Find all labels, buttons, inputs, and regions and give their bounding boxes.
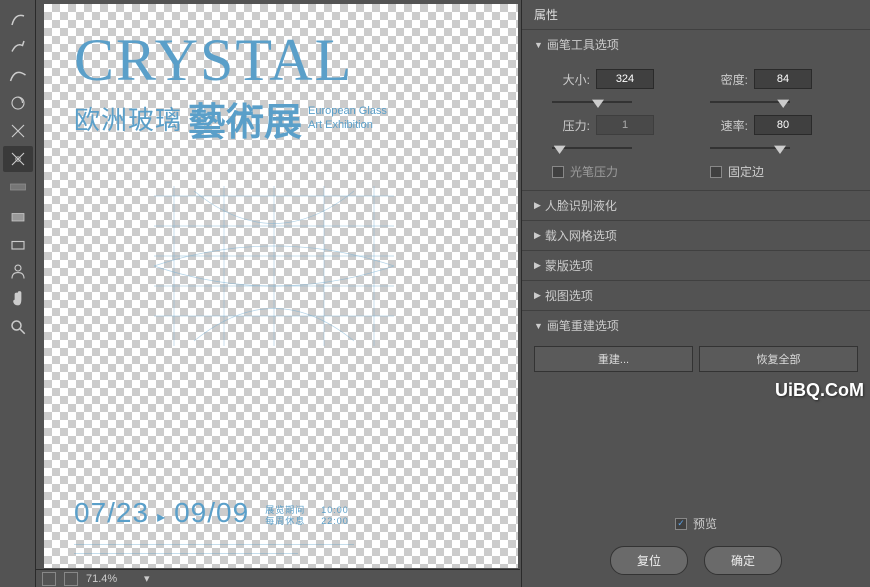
statusbar-icon[interactable]	[42, 572, 56, 586]
statusbar-icon-2[interactable]	[64, 572, 78, 586]
rate-label: 速率:	[710, 117, 748, 134]
density-slider[interactable]	[710, 95, 790, 109]
collapse-icon: ▶	[534, 230, 541, 241]
view-options-header[interactable]: ▶视图选项	[522, 281, 870, 310]
panel-footer: ✓ 预览 复位 确定	[522, 515, 870, 575]
brush-options-section: ▼ 画笔工具选项 大小: 压力:	[522, 29, 870, 190]
poster-subtitle-row: 欧洲玻璃 藝術展 European GlassArt Exhibition	[74, 91, 488, 146]
panel-title: 属性	[522, 0, 870, 29]
brush-options-header[interactable]: ▼ 画笔工具选项	[522, 30, 870, 59]
reconstruct-section: ▼画笔重建选项 重建... 恢复全部	[522, 310, 870, 378]
push-tool[interactable]	[3, 174, 33, 200]
mask-options-header[interactable]: ▶蒙版选项	[522, 251, 870, 280]
restore-all-button[interactable]: 恢复全部	[699, 346, 858, 372]
mesh-options-header[interactable]: ▶载入网格选项	[522, 221, 870, 250]
reset-button[interactable]: 复位	[610, 546, 688, 575]
thaw-tool[interactable]	[3, 230, 33, 256]
poster-sub-en: European GlassArt Exhibition	[308, 105, 387, 131]
freeze-tool[interactable]	[3, 202, 33, 228]
properties-panel: 属性 ▼ 画笔工具选项 大小: 压力:	[521, 0, 870, 587]
poster-dates: 07/23 ▸ 09/09 展览期间每周休息 10:0022:00	[74, 497, 349, 530]
collapse-icon: ▶	[534, 290, 541, 301]
poster-footer-text: ————————————————————————————————————————…	[74, 540, 488, 558]
pin-edges-checkbox[interactable]	[710, 166, 722, 178]
poster-content: CRYSTAL 欧洲玻璃 藝術展 European GlassArt Exhib…	[44, 4, 518, 568]
bloat-tool[interactable]	[3, 146, 33, 172]
reconstruct-header[interactable]: ▼画笔重建选项	[522, 311, 870, 340]
size-input[interactable]	[596, 69, 654, 89]
preview-checkbox[interactable]: ✓	[675, 518, 687, 530]
expand-icon: ▼	[534, 40, 543, 50]
poster-title: CRYSTAL	[74, 26, 488, 95]
reconstruct-tool[interactable]	[3, 34, 33, 60]
rate-input[interactable]	[754, 115, 812, 135]
size-label: 大小:	[552, 71, 590, 88]
pressure-input[interactable]	[596, 115, 654, 135]
poster-sub-cn2: 藝術展	[188, 91, 302, 146]
statusbar: 71.4% ▾	[36, 569, 520, 587]
collapse-icon: ▶	[534, 260, 541, 271]
preview-label: 预览	[693, 515, 717, 532]
zoom-dropdown-icon[interactable]: ▾	[144, 572, 150, 585]
pucker-tool[interactable]	[3, 118, 33, 144]
size-slider[interactable]	[552, 95, 632, 109]
warp-tool[interactable]	[3, 6, 33, 32]
left-toolbar	[0, 0, 36, 587]
pin-edges-label: 固定边	[728, 163, 764, 180]
face-tool[interactable]	[3, 258, 33, 284]
canvas-area[interactable]: CRYSTAL 欧洲玻璃 藝術展 European GlassArt Exhib…	[44, 4, 518, 568]
stylus-checkbox[interactable]	[552, 166, 564, 178]
twirl-tool[interactable]	[3, 90, 33, 116]
face-liquify-header[interactable]: ▶人脸识别液化	[522, 191, 870, 220]
rate-slider[interactable]	[710, 141, 790, 155]
smooth-tool[interactable]	[3, 62, 33, 88]
density-input[interactable]	[754, 69, 812, 89]
stylus-label: 光笔压力	[570, 163, 618, 180]
ok-button[interactable]: 确定	[704, 546, 782, 575]
rebuild-button[interactable]: 重建...	[534, 346, 693, 372]
poster-wireframe	[134, 176, 414, 356]
pressure-label: 压力:	[552, 117, 590, 134]
zoom-value[interactable]: 71.4%	[86, 573, 136, 585]
hand-tool[interactable]	[3, 286, 33, 312]
zoom-tool[interactable]	[3, 314, 33, 340]
collapse-icon: ▶	[534, 200, 541, 211]
pressure-slider[interactable]	[552, 141, 632, 155]
expand-icon: ▼	[534, 321, 543, 331]
poster-sub-cn1: 欧洲玻璃	[74, 100, 182, 137]
density-label: 密度:	[710, 71, 748, 88]
